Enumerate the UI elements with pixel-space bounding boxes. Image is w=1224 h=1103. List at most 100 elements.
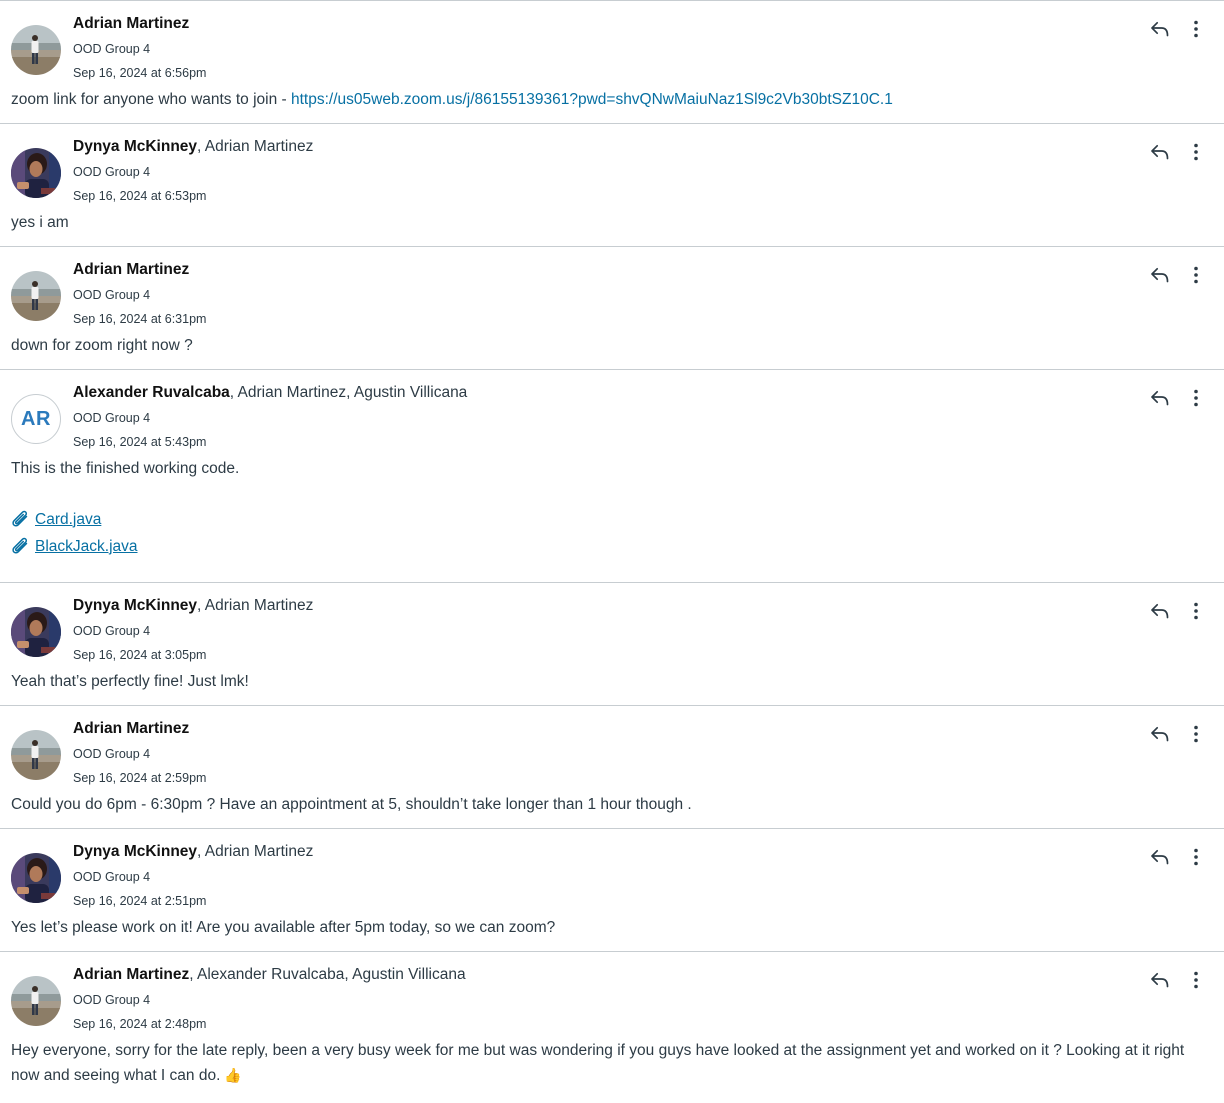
message-text: Could you do 6pm - 6:30pm ? Have an appo… (11, 796, 692, 813)
avatar[interactable] (11, 730, 61, 780)
course-context: OOD Group 4 (73, 870, 151, 884)
message-body: Could you do 6pm - 6:30pm ? Have an appo… (11, 793, 1212, 817)
message-text: yes i am (11, 214, 69, 231)
message-header: Dynya McKinney, Adrian Martinez OOD Grou… (73, 595, 313, 663)
other-participants: , Adrian Martinez (197, 138, 314, 155)
reply-button[interactable] (1148, 17, 1172, 41)
message-actions (1148, 263, 1208, 287)
reply-button[interactable] (1148, 140, 1172, 164)
paperclip-icon (12, 537, 28, 554)
author-name: Dynya McKinney (73, 843, 198, 860)
avatar[interactable] (11, 148, 61, 198)
course-context: OOD Group 4 (73, 42, 151, 56)
message-item[interactable]: Dynya McKinney, Adrian Martinez OOD Grou… (0, 124, 1224, 247)
attachment-link[interactable]: Card.java (35, 508, 101, 532)
reply-button[interactable] (1148, 722, 1172, 746)
author-name: Dynya McKinney (73, 138, 198, 155)
more-options-icon (1194, 266, 1198, 284)
more-options-button[interactable] (1184, 263, 1208, 287)
avatar[interactable] (11, 271, 61, 321)
author-name: Adrian Martinez (73, 261, 190, 278)
message-header: Adrian Martinez OOD Group 4 Sep 16, 2024… (73, 13, 206, 81)
message-header: Dynya McKinney, Adrian Martinez OOD Grou… (73, 136, 313, 204)
thumbs-up-emoji: 👍 (220, 1067, 242, 1083)
message-actions (1148, 722, 1208, 746)
message-body: Hey everyone, sorry for the late reply, … (11, 1039, 1212, 1088)
more-options-icon (1194, 389, 1198, 407)
reply-button[interactable] (1148, 263, 1172, 287)
message-body: yes i am (11, 211, 1212, 235)
author-name: Adrian Martinez (73, 720, 190, 737)
course-context: OOD Group 4 (73, 288, 151, 302)
more-options-button[interactable] (1184, 845, 1208, 869)
message-text: zoom link for anyone who wants to join - (11, 91, 291, 108)
attachment-item[interactable]: BlackJack.java (11, 533, 1212, 560)
message-text: This is the finished working code. (11, 460, 240, 477)
attachment-list: Card.java BlackJack.java (11, 506, 1212, 560)
author-name: Dynya McKinney (73, 597, 198, 614)
avatar-photo (11, 853, 61, 903)
avatar[interactable] (11, 607, 61, 657)
message-body: Yes let’s please work on it! Are you ava… (11, 916, 1212, 940)
avatar[interactable] (11, 976, 61, 1026)
more-options-button[interactable] (1184, 386, 1208, 410)
more-options-icon (1194, 971, 1198, 989)
message-header: Dynya McKinney, Adrian Martinez OOD Grou… (73, 841, 313, 909)
reply-button[interactable] (1148, 386, 1172, 410)
more-options-button[interactable] (1184, 599, 1208, 623)
reply-icon (1151, 390, 1169, 406)
message-item[interactable]: Dynya McKinney, Adrian Martinez OOD Grou… (0, 583, 1224, 706)
reply-button[interactable] (1148, 845, 1172, 869)
message-text: down for zoom right now ? (11, 337, 193, 354)
more-options-icon (1194, 602, 1198, 620)
more-options-button[interactable] (1184, 17, 1208, 41)
message-actions (1148, 968, 1208, 992)
message-header: Alexander Ruvalcaba, Adrian Martinez, Ag… (73, 382, 467, 450)
participants: Dynya McKinney, Adrian Martinez (73, 136, 313, 158)
avatar-photo (11, 148, 61, 198)
reply-icon (1151, 849, 1169, 865)
avatar-photo (11, 607, 61, 657)
course-context: OOD Group 4 (73, 747, 151, 761)
more-options-button[interactable] (1184, 968, 1208, 992)
author-name: Alexander Ruvalcaba (73, 384, 230, 401)
attachment-item[interactable]: Card.java (11, 506, 1212, 533)
message-thread: Adrian Martinez OOD Group 4 Sep 16, 2024… (0, 0, 1224, 1103)
avatar-photo (11, 25, 61, 75)
message-text: Hey everyone, sorry for the late reply, … (11, 1042, 1185, 1084)
reply-icon (1151, 726, 1169, 742)
avatar[interactable] (11, 25, 61, 75)
reply-button[interactable] (1148, 599, 1172, 623)
author-name: Adrian Martinez (73, 966, 190, 983)
avatar[interactable]: AR (11, 394, 61, 444)
message-date: Sep 16, 2024 at 2:51pm (73, 894, 207, 908)
reply-icon (1151, 603, 1169, 619)
message-item[interactable]: Dynya McKinney, Adrian Martinez OOD Grou… (0, 829, 1224, 952)
reply-icon (1151, 144, 1169, 160)
message-item[interactable]: Adrian Martinez OOD Group 4 Sep 16, 2024… (0, 247, 1224, 370)
message-date: Sep 16, 2024 at 2:59pm (73, 771, 207, 785)
message-actions (1148, 386, 1208, 410)
avatar[interactable] (11, 853, 61, 903)
avatar-photo (11, 271, 61, 321)
message-date: Sep 16, 2024 at 6:53pm (73, 189, 207, 203)
message-actions (1148, 599, 1208, 623)
course-context: OOD Group 4 (73, 165, 151, 179)
other-participants: , Adrian Martinez (197, 843, 314, 860)
reply-icon (1151, 21, 1169, 37)
message-item[interactable]: Adrian Martinez, Alexander Ruvalcaba, Ag… (0, 952, 1224, 1103)
message-item[interactable]: Adrian Martinez OOD Group 4 Sep 16, 2024… (0, 706, 1224, 829)
message-header: Adrian Martinez OOD Group 4 Sep 16, 2024… (73, 259, 206, 327)
more-options-button[interactable] (1184, 140, 1208, 164)
message-body: This is the finished working code. Card.j… (11, 457, 1212, 560)
message-item[interactable]: AR Alexander Ruvalcaba, Adrian Martinez,… (0, 370, 1224, 583)
participants: Adrian Martinez (73, 259, 206, 281)
more-options-button[interactable] (1184, 722, 1208, 746)
message-body: zoom link for anyone who wants to join -… (11, 88, 1212, 112)
message-header: Adrian Martinez, Alexander Ruvalcaba, Ag… (73, 964, 466, 1032)
zoom-link[interactable]: https://us05web.zoom.us/j/86155139361?pw… (291, 91, 893, 108)
more-options-icon (1194, 20, 1198, 38)
reply-button[interactable] (1148, 968, 1172, 992)
attachment-link[interactable]: BlackJack.java (35, 535, 138, 559)
message-item[interactable]: Adrian Martinez OOD Group 4 Sep 16, 2024… (0, 1, 1224, 124)
